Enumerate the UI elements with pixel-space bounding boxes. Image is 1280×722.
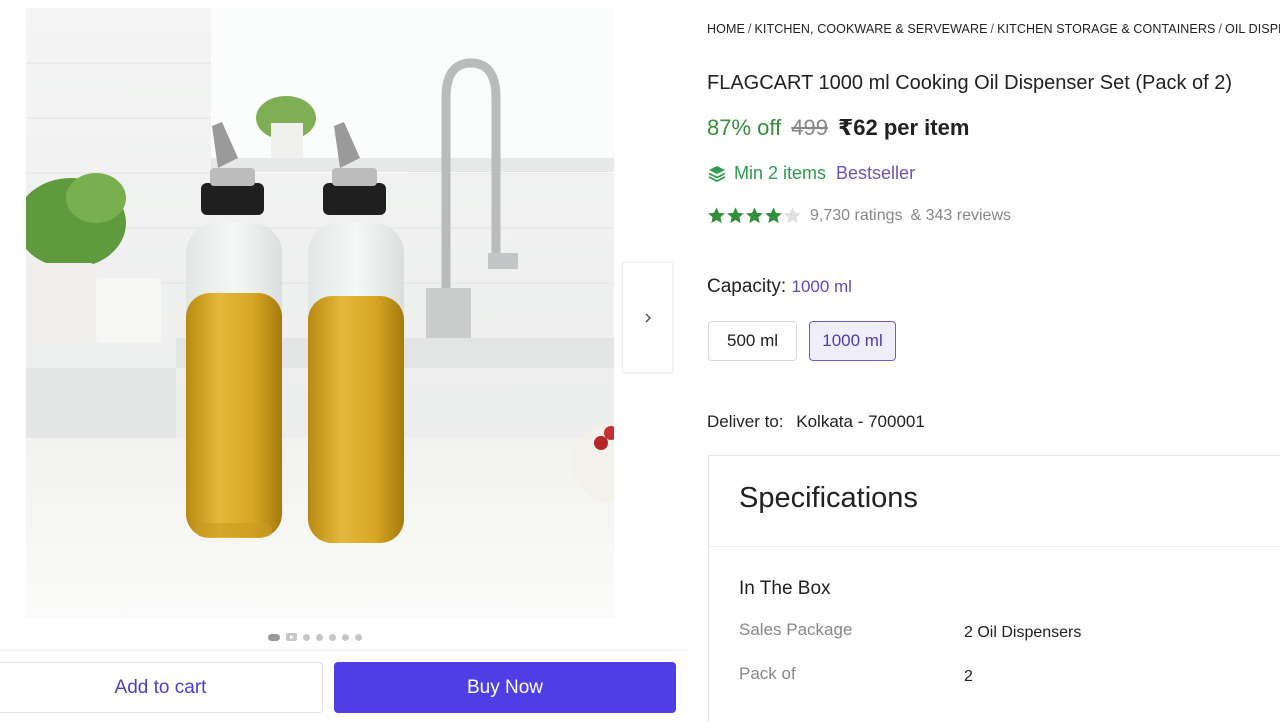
breadcrumb-item-storage[interactable]: KITCHEN STORAGE & CONTAINERS: [997, 22, 1215, 36]
spec-value: 2 Oil Dispensers: [964, 624, 1082, 641]
bestseller-badge: Bestseller: [836, 163, 916, 183]
capacity-label: Capacity:: [707, 276, 787, 297]
capacity-label-row: Capacity: 1000 ml: [707, 276, 852, 298]
purchase-action-bar: Add to cart Buy Now: [0, 650, 688, 722]
divider: [709, 546, 1280, 547]
product-image[interactable]: [26, 8, 614, 618]
product-title: FLAGCART 1000 ml Cooking Oil Dispenser S…: [707, 72, 1233, 94]
price-row: 87% off 499 ₹62 per item: [707, 115, 969, 141]
min-items-tag: Min 2 items: [707, 163, 826, 184]
capacity-option-500ml[interactable]: 500 ml: [708, 321, 797, 361]
product-photo-illustration: [26, 8, 614, 618]
chevron-right-icon: [644, 312, 651, 323]
original-price: 499: [791, 115, 828, 140]
delivery-pincode: Kolkata - 700001: [796, 412, 925, 431]
min-items-label: Min 2 items: [734, 163, 827, 183]
layers-icon: [708, 165, 726, 182]
star-empty-icon: [784, 207, 801, 224]
gallery-dot[interactable]: [355, 633, 362, 641]
capacity-option-1000ml[interactable]: 1000 ml: [809, 321, 896, 361]
star-rating: [707, 206, 802, 225]
star-filled-icon: [727, 207, 744, 224]
discount-percent: 87% off: [707, 115, 782, 140]
spec-value: 2: [964, 668, 973, 685]
breadcrumb-item-kitchen[interactable]: KITCHEN, COOKWARE & SERVEWARE: [754, 22, 987, 36]
next-image-button[interactable]: [622, 262, 673, 373]
product-tags: Min 2 items Bestseller: [707, 163, 915, 184]
gallery-dot[interactable]: [303, 633, 310, 641]
capacity-selected-value: 1000 ml: [791, 277, 852, 296]
ratings-count: 9,730 ratings: [810, 206, 903, 224]
delivery-location[interactable]: Deliver to: Kolkata - 700001: [707, 412, 925, 432]
spec-key: Pack of: [739, 664, 796, 683]
add-to-cart-button[interactable]: Add to cart: [0, 662, 323, 713]
gallery-dot[interactable]: [316, 633, 323, 641]
gallery-dot[interactable]: [268, 633, 280, 641]
selling-price: ₹62 per item: [837, 115, 970, 140]
breadcrumb: HOME / KITCHEN, COOKWARE & SERVEWARE / KITCH…: [707, 22, 1280, 36]
breadcrumb-item-oil-dispensers[interactable]: OIL DISPENSERS: [1225, 22, 1280, 36]
gallery-dot[interactable]: [329, 633, 336, 641]
spec-group-title: In The Box: [739, 578, 831, 599]
reviews-count: & 343 reviews: [910, 206, 1012, 224]
spec-key: Sales Package: [739, 620, 853, 639]
breadcrumb-separator: /: [747, 22, 752, 36]
specifications-card: Specifications In The Box Sales Package …: [708, 455, 1280, 722]
gallery-dot[interactable]: [342, 633, 349, 641]
star-filled-icon: [746, 207, 763, 224]
gallery-pagination: [268, 633, 362, 641]
deliver-to-label: Deliver to:: [707, 412, 784, 431]
buy-now-button[interactable]: Buy Now: [334, 662, 676, 713]
rating-summary[interactable]: 9,730 ratings & 343 reviews: [707, 206, 1011, 225]
breadcrumb-separator: /: [990, 22, 995, 36]
star-filled-icon: [765, 207, 782, 224]
breadcrumb-item-home[interactable]: HOME: [707, 22, 745, 36]
breadcrumb-separator: /: [1218, 22, 1223, 36]
video-thumbnail-icon[interactable]: [286, 633, 297, 641]
star-filled-icon: [708, 207, 725, 224]
specifications-heading: Specifications: [739, 482, 918, 514]
